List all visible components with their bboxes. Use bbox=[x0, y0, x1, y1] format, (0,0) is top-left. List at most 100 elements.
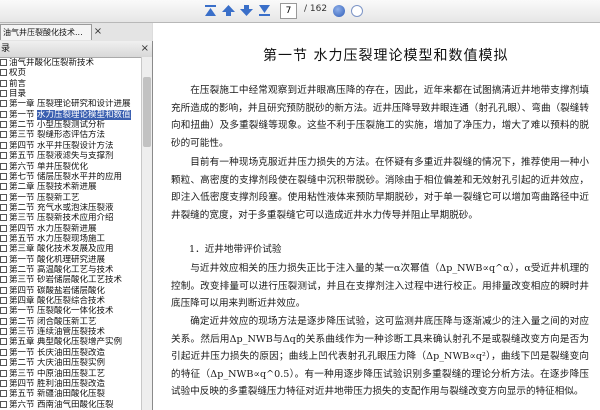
page-total: / 162 bbox=[304, 4, 328, 14]
toc-item[interactable]: 第三节 压裂新技术应用介绍 bbox=[0, 213, 140, 224]
tab-strip: 油气井压裂酸化技术... × bbox=[0, 23, 152, 41]
toc-item[interactable]: 第五章 典型酸化压裂增产实例 bbox=[0, 337, 140, 348]
toc-item-label: 中原油田压裂工艺 bbox=[37, 368, 106, 379]
toc-bookmark-icon bbox=[0, 90, 7, 98]
toc-item-label: 典型酸化压裂增产实例 bbox=[37, 337, 123, 348]
toc-item[interactable]: 目录 bbox=[0, 89, 140, 100]
toc-item[interactable]: 第一节 压裂酸化一体化技术 bbox=[0, 306, 140, 317]
toc-item-section: 第三节 bbox=[9, 368, 35, 379]
toc-item[interactable]: 第四章 酸化压裂综合技术 bbox=[0, 296, 140, 307]
toc-item[interactable]: 第四节 胜利油田压裂改造 bbox=[0, 379, 140, 390]
toc-item-label: 前言 bbox=[9, 78, 27, 89]
scrollbar-thumb[interactable] bbox=[143, 77, 151, 147]
toc-item[interactable]: 第三节 砂岩储层酸化工艺技术 bbox=[0, 275, 140, 286]
sidebar-header: 录 × bbox=[0, 41, 152, 58]
toc-item[interactable]: 第二章 压裂技术新进展 bbox=[0, 182, 140, 193]
toc-item-section: 第七节 bbox=[9, 171, 35, 182]
toc-bookmark-icon bbox=[0, 359, 7, 367]
next-page-icon[interactable] bbox=[239, 3, 254, 18]
toc-item-section: 第四节 bbox=[9, 140, 35, 151]
toc-item-section: 第六节 bbox=[9, 161, 35, 172]
toc-bookmark-icon bbox=[0, 348, 7, 356]
toc-item-label: 水力压裂现场施工 bbox=[37, 233, 106, 244]
sidebar-scrollbar[interactable] bbox=[141, 57, 152, 410]
toc-item-label: 碳酸盐岩储层酸化 bbox=[37, 285, 106, 296]
toc-item[interactable]: 第二节 充气水或泡沫压裂液 bbox=[0, 203, 140, 214]
toc-item[interactable]: 第一节 水力压裂理论模型和数值 bbox=[0, 109, 140, 121]
toc-bookmark-icon bbox=[0, 328, 7, 336]
toc-item[interactable]: 第四节 水平井压裂设计方法 bbox=[0, 141, 140, 152]
toc-item[interactable]: 第六节 单井压裂优化 bbox=[0, 162, 140, 173]
toc-item[interactable]: 第三节 裂缝形态评估方法 bbox=[0, 130, 140, 141]
toc-item-section: 第五节 bbox=[9, 233, 35, 244]
toc-bookmark-icon bbox=[0, 400, 7, 408]
toc-item[interactable]: 油气井酸化压裂新技术 bbox=[0, 58, 140, 69]
toc-item-label: 充气水或泡沫压裂液 bbox=[37, 202, 114, 213]
toc-item[interactable]: 第一节 长庆油田压裂改造 bbox=[0, 348, 140, 359]
page-number-input[interactable] bbox=[280, 3, 297, 19]
prev-page-icon[interactable] bbox=[221, 3, 236, 18]
toc-item[interactable]: 第五节 压裂液滤失与支撑剂 bbox=[0, 151, 140, 162]
toc-bookmark-icon bbox=[0, 245, 7, 253]
toc-item[interactable]: 第一节 酸化机理研究进展 bbox=[0, 255, 140, 266]
toc-item-section: 第二节 bbox=[9, 265, 35, 275]
toc-bookmark-icon bbox=[0, 307, 7, 315]
toc-item[interactable]: 第六节 西南油气田酸化压裂 bbox=[0, 400, 140, 410]
first-page-icon[interactable] bbox=[203, 3, 218, 18]
toc-item-section: 第四节 bbox=[9, 285, 35, 296]
toc-item-label: 酸化技术发展及应用 bbox=[37, 244, 114, 255]
toolbar: / 162 bbox=[0, 0, 600, 23]
toc-item-label: 胜利油田压裂改造 bbox=[37, 378, 106, 389]
zoom-in-icon[interactable] bbox=[351, 5, 363, 17]
toc-item-label: 连续油管压裂技术 bbox=[37, 327, 106, 338]
toc-item-label: 小型压裂测试分析 bbox=[37, 120, 106, 131]
last-page-icon[interactable] bbox=[257, 3, 272, 18]
toc-bookmark-icon bbox=[0, 276, 7, 284]
toc-bookmark-icon bbox=[0, 203, 7, 211]
toc-bookmark-icon bbox=[0, 110, 7, 118]
close-sidebar-icon[interactable]: × bbox=[141, 41, 149, 57]
toc-item[interactable]: 第二节 大庆油田压裂实例 bbox=[0, 358, 140, 369]
document-tab[interactable]: 油气井压裂酸化技术... bbox=[0, 24, 92, 40]
toc-item[interactable]: 第二节 闭合酸压新工艺 bbox=[0, 317, 140, 328]
toc-bookmark-icon bbox=[0, 152, 7, 160]
toc-item[interactable]: 第一节 压裂新工艺 bbox=[0, 193, 140, 204]
sidebar-title: 录 bbox=[1, 44, 11, 54]
toc-item[interactable]: 前言 bbox=[0, 79, 140, 90]
toc-item[interactable]: 第三章 酸化技术发展及应用 bbox=[0, 244, 140, 255]
toc-item-label: 压裂酸化一体化技术 bbox=[37, 306, 114, 317]
toc-item-section: 第五章 bbox=[9, 337, 35, 348]
toc-item[interactable]: 第四节 碳酸盐岩储层酸化 bbox=[0, 286, 140, 297]
toc-bookmark-icon bbox=[0, 266, 7, 273]
toc-item[interactable]: 第五节 新疆油田酸化压裂 bbox=[0, 389, 140, 400]
toc-item-section: 第五节 bbox=[9, 151, 35, 162]
toc-item-label: 压裂液滤失与支撑剂 bbox=[37, 151, 114, 162]
toc-item[interactable]: 第一章 压裂理论研究和设计进展 bbox=[0, 99, 140, 110]
toc-item-label: 砂岩储层酸化工艺技术 bbox=[37, 275, 123, 286]
toc-item-section: 第三章 bbox=[9, 244, 35, 255]
zoom-out-icon[interactable] bbox=[333, 5, 345, 17]
toc-item[interactable]: 第三节 中原油田压裂工艺 bbox=[0, 369, 140, 380]
toc-item-label: 目录 bbox=[9, 89, 27, 100]
toc-item[interactable]: 第五节 水力压裂现场施工 bbox=[0, 234, 140, 245]
section-title: 第一节 水力压裂理论模型和数值模拟 bbox=[263, 48, 509, 64]
toc-item-label: 压裂新技术应用介绍 bbox=[37, 213, 114, 224]
toc-item-section: 第一节 bbox=[9, 347, 35, 358]
toc-bookmark-icon bbox=[0, 183, 7, 191]
close-tab-icon[interactable]: × bbox=[92, 26, 104, 38]
toc-bookmark-icon bbox=[0, 224, 7, 232]
toc-item[interactable]: 第七节 储层压裂水平井的应用 bbox=[0, 172, 140, 183]
toc-item[interactable]: 第二节 高温酸化工艺与技术 bbox=[0, 265, 140, 276]
toc-bookmark-icon bbox=[0, 214, 7, 222]
toc-bookmark-icon bbox=[0, 141, 7, 149]
toc-item-section: 第二节 bbox=[9, 358, 35, 369]
toc-bookmark-icon bbox=[0, 131, 7, 139]
toc-item[interactable]: 第四节 水力压裂新进展 bbox=[0, 224, 140, 235]
toc-item-label: 压裂理论研究和设计进展 bbox=[37, 99, 131, 110]
toc-item-section: 第二节 bbox=[9, 202, 35, 213]
toc-item[interactable]: 第三节 连续油管压裂技术 bbox=[0, 327, 140, 338]
toc-item[interactable]: 权页 bbox=[0, 68, 140, 79]
toc-item-section: 第二节 bbox=[9, 120, 35, 131]
toc-item-label: 酸化机理研究进展 bbox=[37, 254, 106, 265]
toc-item[interactable]: 第二节 小型压裂测试分析 bbox=[0, 120, 140, 131]
